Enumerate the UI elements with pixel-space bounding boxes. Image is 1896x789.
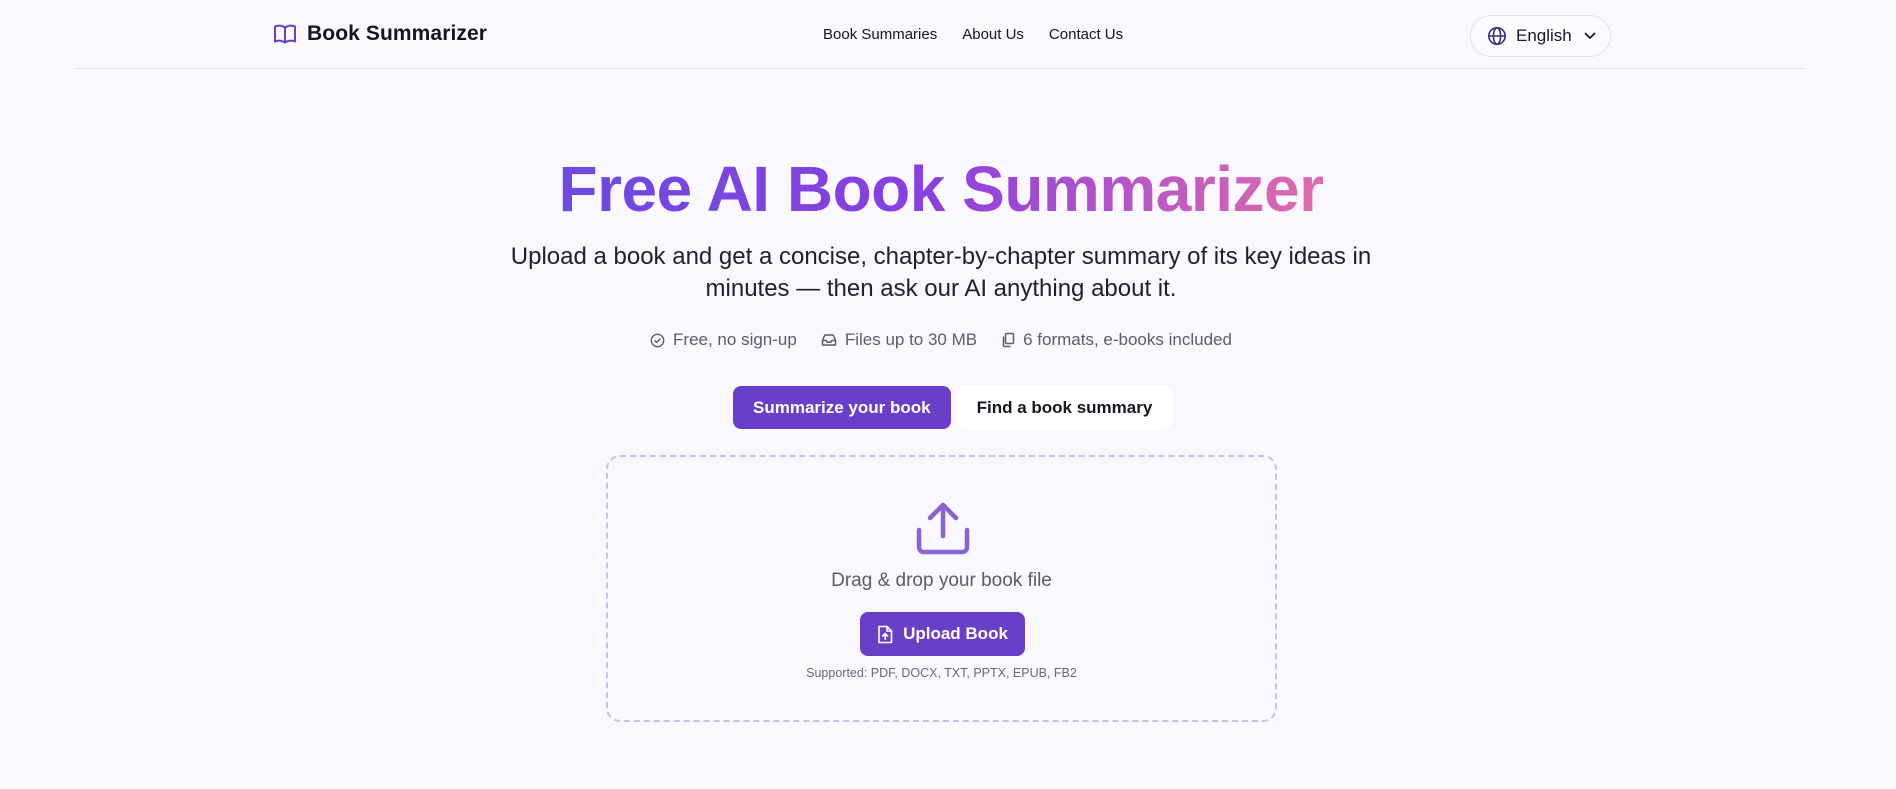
upload-book-label: Upload Book <box>903 624 1008 643</box>
open-book-icon <box>274 24 296 44</box>
nav-book-summaries[interactable]: Book Summaries <box>823 26 937 43</box>
find-book-summary-button[interactable]: Find a book summary <box>956 386 1173 429</box>
nav-contact-us[interactable]: Contact Us <box>1049 26 1123 43</box>
nav-about-us[interactable]: About Us <box>962 26 1024 43</box>
upload-book-button[interactable]: Upload Book <box>860 612 1025 656</box>
site-header: Book Summarizer Book Summaries About Us … <box>75 0 1806 69</box>
upload-icon <box>916 502 970 555</box>
hero-subtitle: Upload a book and get a concise, chapter… <box>510 243 1372 302</box>
drop-instructions: Drag & drop your book file <box>831 570 1052 591</box>
supported-formats: Supported: PDF, DOCX, TXT, PPTX, EPUB, F… <box>806 666 1077 680</box>
feature-item: Files up to 30 MB <box>821 330 977 350</box>
inbox-icon <box>821 334 837 346</box>
check-circle-icon <box>650 333 665 347</box>
page: Book Summarizer Book Summaries About Us … <box>0 0 1896 789</box>
main-nav: Book Summaries About Us Contact Us <box>823 26 1123 43</box>
feature-item: Free, no sign-up <box>650 330 797 350</box>
feature-label: 6 formats, e-books included <box>1023 330 1232 349</box>
brand-name: Book Summarizer <box>307 22 488 45</box>
brand-logo-link[interactable]: Book Summarizer <box>273 22 487 46</box>
language-selector[interactable]: English <box>1470 15 1611 57</box>
file-upload-icon <box>878 625 893 643</box>
page-title: Free AI Book Summarizer <box>0 152 1882 226</box>
feature-item: 6 formats, e-books included <box>1001 330 1232 350</box>
globe-icon <box>1488 27 1506 45</box>
language-label: English <box>1516 26 1572 45</box>
feature-label: Free, no sign-up <box>673 330 797 349</box>
file-dropzone[interactable]: Drag & drop your book file Upload Book S… <box>606 455 1277 722</box>
summarize-book-button[interactable]: Summarize your book <box>733 386 951 429</box>
cta-row: Summarize your book Find a book summary <box>733 386 1173 429</box>
chevron-down-icon <box>1584 32 1596 39</box>
copy-icon <box>1002 332 1015 348</box>
feature-label: Files up to 30 MB <box>844 330 978 349</box>
feature-list: Free, no sign-up Files up to 30 MB 6 for… <box>0 330 1882 350</box>
page-title-text: Free AI Book Summarizer <box>558 153 1324 225</box>
